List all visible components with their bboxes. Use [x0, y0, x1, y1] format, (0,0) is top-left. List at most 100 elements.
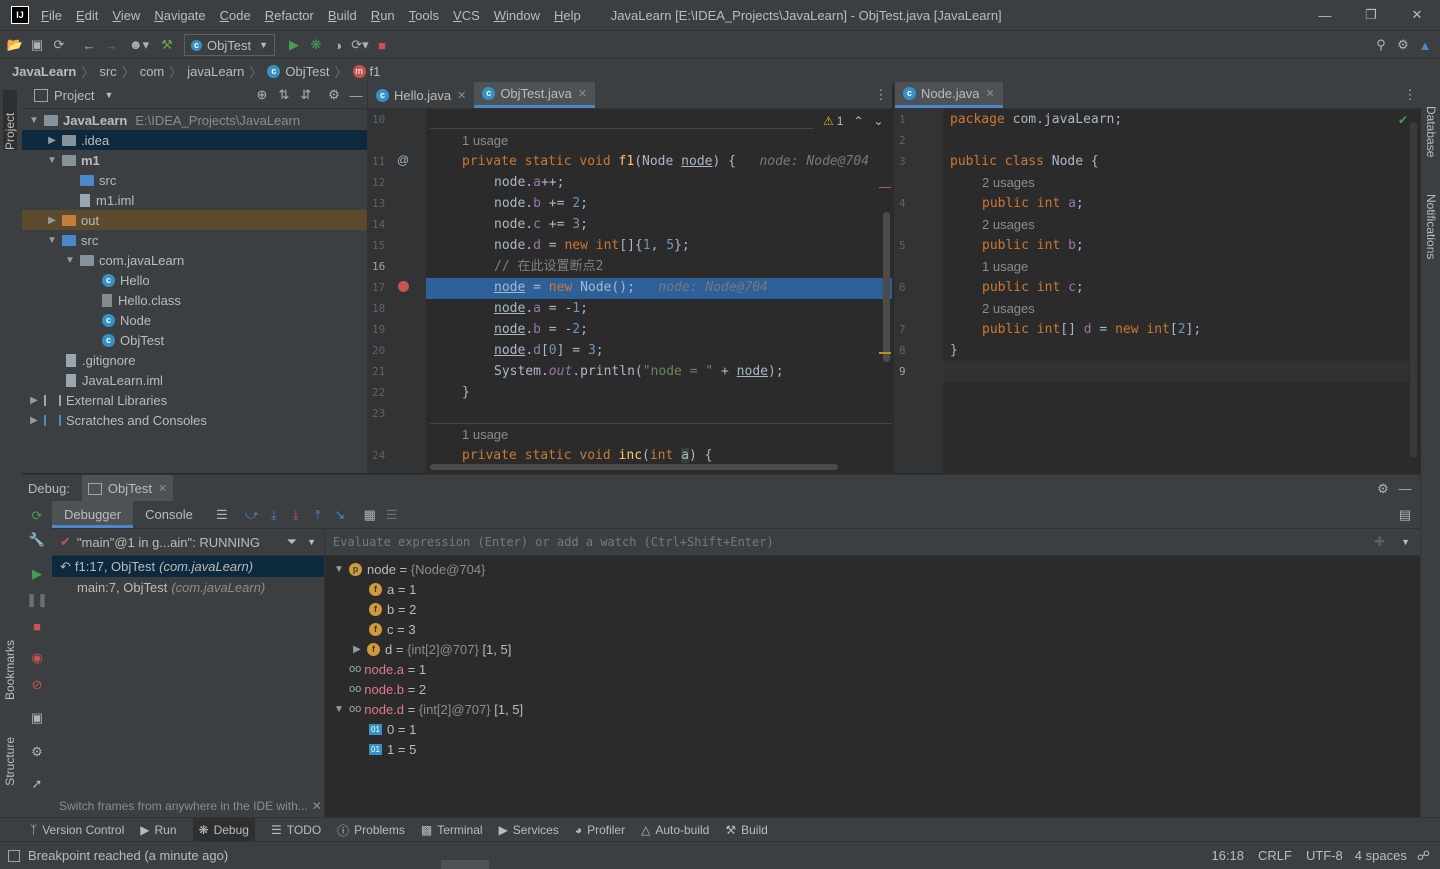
code-comment[interactable]: // 在此设置断点2	[494, 256, 603, 277]
tool-todo[interactable]: ☰ TODO	[271, 823, 321, 837]
breadcrumb-project[interactable]: JavaLearn	[12, 64, 76, 79]
hide-icon[interactable]: —	[1394, 478, 1416, 500]
menu-edit[interactable]: Edit	[76, 8, 98, 23]
code-line-11[interactable]: private static void f1(Node node) { node…	[462, 151, 869, 172]
code-line-4[interactable]: public int a;	[982, 193, 1084, 214]
project-tool-button[interactable]: Project	[3, 90, 17, 150]
add-watch-icon[interactable]: ✚	[1374, 534, 1385, 550]
breadcrumb-src[interactable]: src	[99, 64, 116, 79]
code-line-13[interactable]: node.b += 2;	[494, 193, 588, 214]
status-message[interactable]: Breakpoint reached (a minute ago)	[28, 848, 228, 863]
expand-all-icon[interactable]: ⇅	[273, 84, 295, 106]
menu-vcs[interactable]: VCS	[453, 8, 480, 23]
open-folder-icon[interactable]: 📂	[4, 34, 26, 56]
wrench-icon[interactable]: 🔧	[26, 529, 48, 551]
tree-item[interactable]: c Hello	[22, 270, 367, 290]
tree-item[interactable]: ▼ src	[22, 230, 367, 250]
close-tab-icon[interactable]: ✕	[578, 87, 587, 100]
code-line-12[interactable]: node.a++;	[494, 172, 564, 193]
tree-item[interactable]: ▼ m1	[22, 150, 367, 170]
coverage-icon[interactable]: ◑	[327, 34, 349, 56]
debug-session-tab[interactable]: ObjTest ✕	[81, 475, 174, 502]
tree-item[interactable]: m1.iml	[22, 190, 367, 210]
chevron-down-icon[interactable]: ▼	[333, 564, 345, 575]
tree-item[interactable]: .gitignore	[22, 350, 367, 370]
inspection-widget[interactable]: ⚠ 1 ⌃ ⌄	[823, 114, 884, 128]
code-line-14[interactable]: node.c += 3;	[494, 214, 588, 235]
gear-icon[interactable]: ⚙	[323, 84, 345, 106]
restore-icon[interactable]: ❐	[1348, 7, 1394, 23]
variable-row[interactable]: fc = 3	[325, 619, 1420, 639]
breadcrumb-method[interactable]: f1	[370, 64, 381, 79]
watch-row[interactable]: oo node.b = 2	[325, 679, 1420, 699]
file-encoding[interactable]: UTF-8	[1306, 848, 1343, 863]
tab-console[interactable]: Console	[133, 507, 205, 522]
horizontal-scrollbar[interactable]	[430, 464, 838, 470]
stop-icon[interactable]: ■	[371, 34, 393, 56]
gear-icon[interactable]: ⚙	[1372, 478, 1394, 500]
breadcrumb-class[interactable]: ObjTest	[285, 64, 329, 79]
usage-hint[interactable]: 1 usage	[982, 256, 1028, 277]
breadcrumb-com[interactable]: com	[140, 64, 165, 79]
tree-item[interactable]: ▼ com.javaLearn	[22, 250, 367, 270]
collapse-all-icon[interactable]: ⇵	[295, 84, 317, 106]
tool-problems[interactable]: ⓘ Problems	[337, 822, 405, 839]
close-tab-icon[interactable]: ✕	[457, 89, 466, 102]
tool-build[interactable]: ⚒ Build	[725, 823, 767, 837]
menu-window[interactable]: Window	[494, 8, 540, 23]
menu-tools[interactable]: Tools	[409, 8, 439, 23]
tool-services[interactable]: ▶ Services	[499, 823, 559, 837]
chevron-right-icon[interactable]: ▶	[351, 644, 363, 655]
pause-icon[interactable]: ❚❚	[26, 589, 48, 611]
tab-node-java[interactable]: c Node.java ✕	[895, 82, 1003, 108]
trace-icon[interactable]: ☰	[381, 504, 403, 526]
more-icon[interactable]: ⋮	[870, 84, 892, 106]
run-config-select[interactable]: c ObjTest ▼	[184, 34, 275, 56]
thread-selector[interactable]: ✔ "main"@1 in g...ain": RUNNING ⏷ ▼	[52, 529, 324, 556]
status-toggle-icon[interactable]	[8, 849, 20, 862]
tree-item[interactable]: ▶ External Libraries	[22, 390, 367, 410]
close-tab-icon[interactable]: ✕	[986, 87, 995, 100]
close-tab-icon[interactable]: ✕	[158, 482, 167, 495]
caret-position[interactable]: 16:18	[1211, 848, 1244, 863]
code-line-21[interactable]: System.out.println("node = " + node);	[494, 361, 784, 382]
run-to-cursor-icon[interactable]: ↘	[329, 504, 351, 526]
tree-item[interactable]: ▶ Scratches and Consoles	[22, 410, 367, 430]
tool-terminal[interactable]: ▩ Terminal	[421, 823, 483, 837]
chevron-down-icon[interactable]: ▼	[64, 255, 76, 266]
mute-breakpoints-icon[interactable]: ⊘	[26, 674, 48, 696]
code-line-1[interactable]: package com.javaLearn;	[950, 109, 1122, 130]
code-line-3[interactable]: public class Node {	[950, 151, 1099, 172]
settings-icon[interactable]: ⚙	[26, 741, 48, 763]
build-hammer-icon[interactable]: ⚒	[156, 34, 178, 56]
usage-hint[interactable]: 1 usage	[462, 424, 508, 445]
tool-debug[interactable]: ❋ Debug	[192, 818, 255, 842]
chevron-right-icon[interactable]: ▶	[46, 135, 58, 146]
rerun-icon[interactable]: ⟳	[26, 505, 48, 527]
menu-build[interactable]: Build	[328, 8, 357, 23]
layout-icon[interactable]: ▤	[1394, 504, 1416, 526]
vertical-scrollbar[interactable]	[1410, 122, 1417, 457]
code-line-15[interactable]: node.d = new int[]{1, 5};	[494, 235, 690, 256]
back-icon[interactable]: ←	[78, 34, 100, 56]
chevron-right-icon[interactable]: ▶	[28, 415, 40, 426]
code-line-24[interactable]: private static void inc(int a) {	[462, 445, 712, 466]
chevron-down-icon[interactable]: ▼	[46, 235, 58, 246]
usage-hint[interactable]: 2 usages	[982, 214, 1035, 235]
menu-help[interactable]: Help	[554, 8, 581, 23]
project-view-select[interactable]: Project	[54, 88, 94, 103]
notifications-tool-button[interactable]: Notifications	[1424, 194, 1438, 259]
usage-hint[interactable]: 1 usage	[462, 130, 508, 151]
usage-hint[interactable]: 2 usages	[982, 298, 1035, 319]
save-icon[interactable]: ▣	[26, 34, 48, 56]
variable-row[interactable]: fa = 1	[325, 579, 1420, 599]
override-at-icon[interactable]: @	[397, 153, 409, 167]
chevron-right-icon[interactable]: ▶	[28, 395, 40, 406]
evaluate-expression-field[interactable]: Evaluate expression (Enter) or add a wat…	[325, 529, 1420, 556]
line-separator[interactable]: CRLF	[1258, 848, 1292, 863]
structure-tool-button[interactable]: Structure	[3, 737, 17, 786]
watch-row[interactable]: ▼ oo node.d = {int[2]@707} [1, 5]	[325, 699, 1420, 719]
bookmarks-tool-button[interactable]: Bookmarks	[3, 640, 17, 700]
code-line-6[interactable]: public int c;	[982, 277, 1084, 298]
view-breakpoints-icon[interactable]: ◉	[26, 647, 48, 669]
